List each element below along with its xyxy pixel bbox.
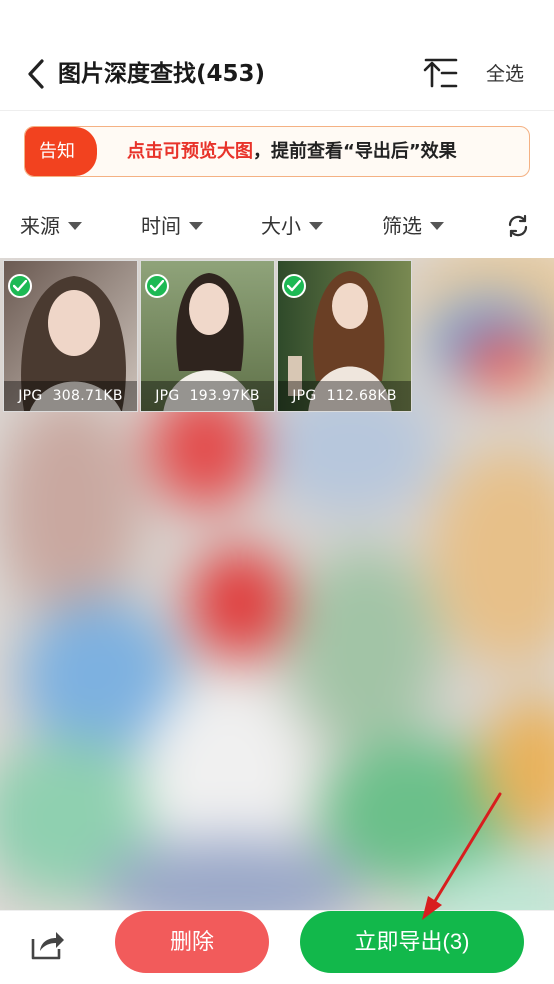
delete-button[interactable]: 删除 <box>115 911 269 973</box>
notice-tag: 告知 <box>25 127 97 176</box>
back-button[interactable] <box>22 56 52 92</box>
export-button[interactable]: 立即导出(3) <box>300 911 524 973</box>
share-button[interactable] <box>28 925 66 963</box>
filter-bar: 来源 时间 大小 筛选 <box>0 204 554 248</box>
check-icon <box>13 280 27 292</box>
refresh-icon <box>508 214 528 238</box>
checkbox-checked[interactable] <box>8 274 32 298</box>
page-title: 图片深度查找(453) <box>58 61 266 87</box>
photo-meta: JPG 193.97KB <box>141 381 274 411</box>
share-icon <box>31 932 64 960</box>
filter-label: 筛选 <box>382 214 422 238</box>
filter-size[interactable]: 大小 <box>261 212 323 240</box>
photo-item[interactable]: JPG 308.71KB <box>3 260 138 412</box>
header: 图片深度查找(453) 全选 <box>0 38 554 110</box>
header-divider <box>0 110 554 111</box>
photo-format: JPG <box>292 388 317 404</box>
sort-button[interactable] <box>420 56 460 92</box>
refresh-button[interactable] <box>506 214 530 238</box>
sort-icon <box>423 58 458 88</box>
filter-time[interactable]: 时间 <box>141 212 203 240</box>
photo-item[interactable]: JPG 112.68KB <box>277 260 412 412</box>
caret-down-icon <box>68 221 82 230</box>
filter-label: 来源 <box>20 214 60 238</box>
filter-label: 大小 <box>261 214 301 238</box>
photo-size: 308.71KB <box>52 388 123 404</box>
filter-screen[interactable]: 筛选 <box>382 212 444 240</box>
photo-size: 193.97KB <box>189 388 260 404</box>
photo-meta: JPG 308.71KB <box>4 381 137 411</box>
select-all-button[interactable]: 全选 <box>486 60 524 88</box>
notice-rest: ，提前查看“导出后”效果 <box>253 141 457 162</box>
notice-text: 点击可预览大图，提前查看“导出后”效果 <box>127 127 457 176</box>
notice-highlight: 点击可预览大图 <box>127 141 253 162</box>
photo-size: 112.68KB <box>326 388 397 404</box>
filter-source[interactable]: 来源 <box>20 212 82 240</box>
checkbox-checked[interactable] <box>145 274 169 298</box>
page: 图片深度查找(453) 全选 告知 点击可预览大图，提前查看“导出后”效果 来源… <box>0 0 554 984</box>
photo-format: JPG <box>155 388 180 404</box>
caret-down-icon <box>189 221 203 230</box>
chevron-left-icon <box>28 59 44 89</box>
notice-banner[interactable]: 告知 点击可预览大图，提前查看“导出后”效果 <box>24 126 530 177</box>
checkbox-checked[interactable] <box>282 274 306 298</box>
caret-down-icon <box>309 221 323 230</box>
bottom-action-bar: 删除 立即导出(3) <box>0 910 554 984</box>
caret-down-icon <box>430 221 444 230</box>
check-icon <box>150 280 164 292</box>
photo-format: JPG <box>18 388 43 404</box>
filter-label: 时间 <box>141 214 181 238</box>
photo-item[interactable]: JPG 193.97KB <box>140 260 275 412</box>
check-icon <box>287 280 301 292</box>
photo-meta: JPG 112.68KB <box>278 381 411 411</box>
